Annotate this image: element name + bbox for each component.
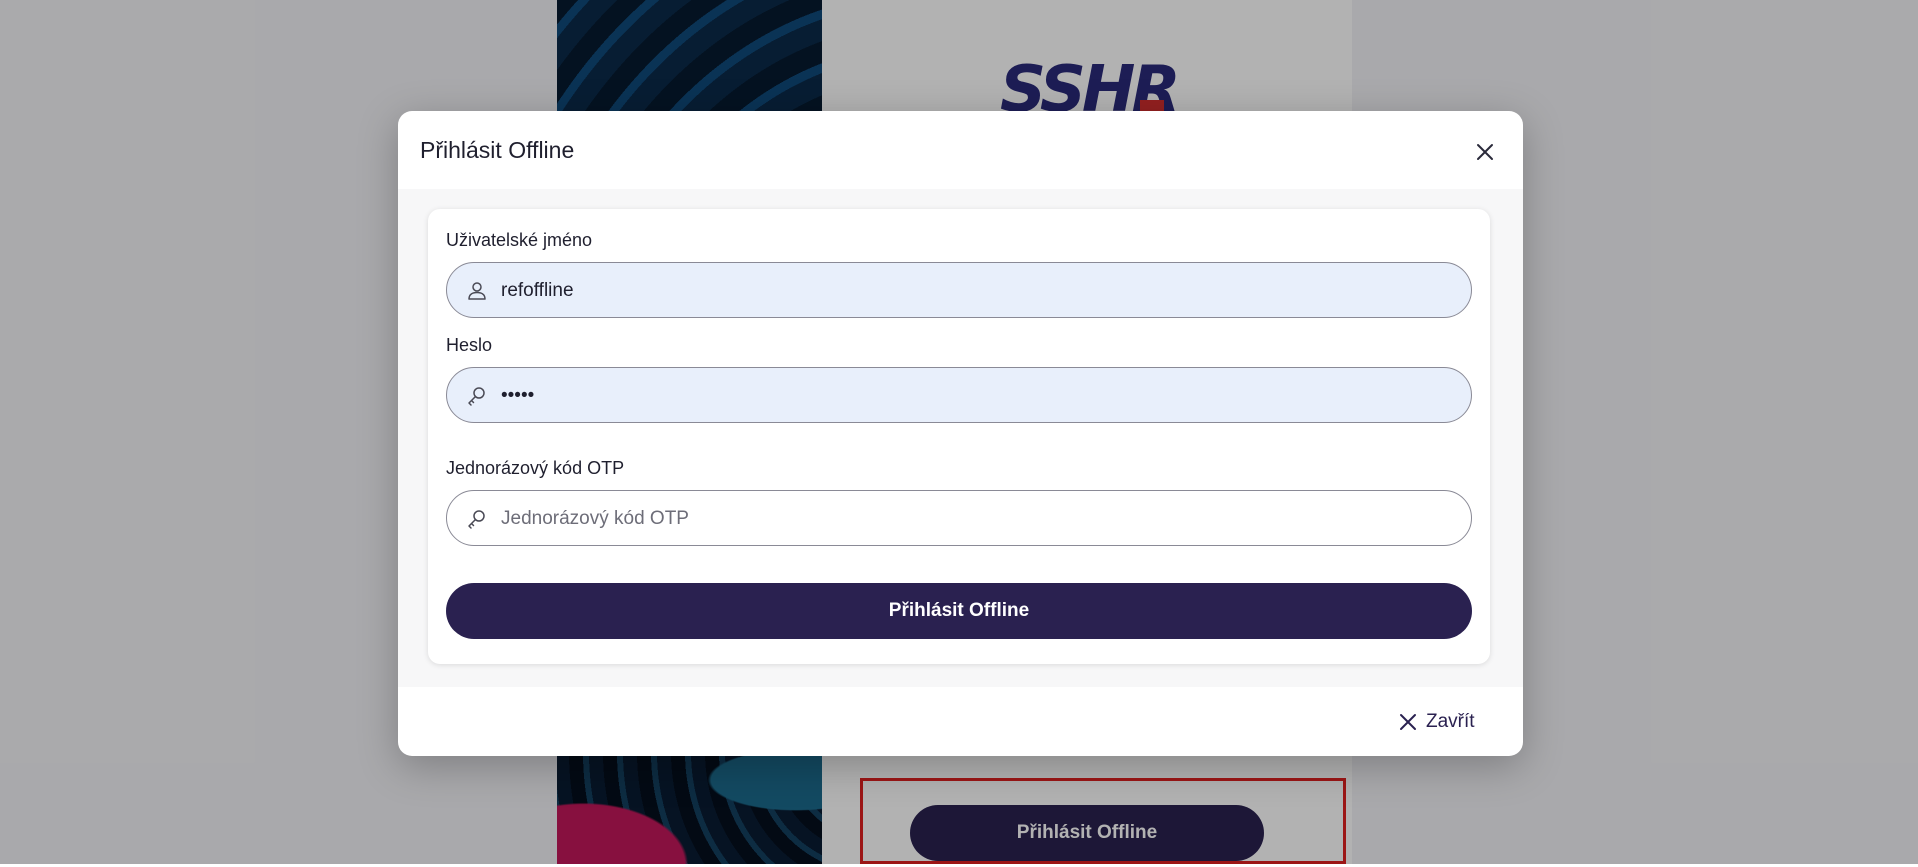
close-icon <box>1477 144 1493 160</box>
login-form: Uživatelské jméno Heslo Jednorázový kód … <box>428 209 1490 664</box>
close-icon <box>1400 714 1416 730</box>
username-field[interactable] <box>446 262 1472 318</box>
password-label: Heslo <box>446 335 493 355</box>
modal-title: Přihlásit Offline <box>420 137 575 163</box>
offline-login-modal: Přihlásit Offline Uživatelské jméno Hesl… <box>398 111 1523 756</box>
modal-close-button[interactable] <box>1470 137 1500 167</box>
username-label: Uživatelské jméno <box>446 230 593 250</box>
modal-body: Uživatelské jméno Heslo Jednorázový kód … <box>398 189 1523 687</box>
offline-login-button[interactable]: Přihlásit Offline <box>446 583 1472 639</box>
user-icon <box>468 282 486 300</box>
key-icon <box>468 510 485 529</box>
password-input[interactable] <box>499 376 1443 416</box>
otp-field[interactable] <box>446 490 1472 546</box>
otp-input[interactable] <box>499 499 1443 539</box>
otp-label: Jednorázový kód OTP <box>446 458 625 478</box>
password-field[interactable] <box>446 367 1472 423</box>
close-label: Zavřít <box>1426 711 1475 732</box>
modal-footer-close-button[interactable]: Zavřít <box>1398 707 1475 737</box>
key-icon <box>468 387 485 406</box>
username-input[interactable] <box>499 271 1443 311</box>
